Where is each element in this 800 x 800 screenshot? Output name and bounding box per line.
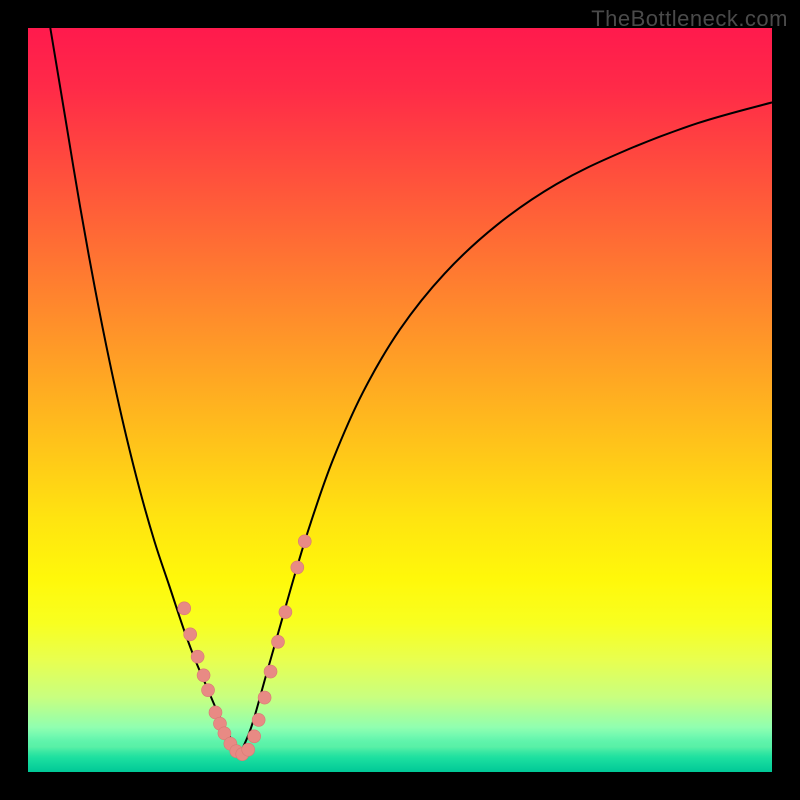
- data-point: [197, 669, 210, 682]
- data-point: [298, 535, 311, 548]
- data-point: [258, 691, 271, 704]
- data-point: [202, 684, 215, 697]
- data-point: [248, 730, 261, 743]
- data-point: [184, 628, 197, 641]
- data-point: [271, 635, 284, 648]
- data-point: [279, 606, 292, 619]
- data-point-markers: [178, 535, 312, 761]
- bottleneck-curve-svg: [28, 28, 772, 772]
- chart-plot-area: [28, 28, 772, 772]
- data-point: [191, 650, 204, 663]
- data-point: [242, 743, 255, 756]
- data-point: [291, 561, 304, 574]
- data-point: [252, 713, 265, 726]
- watermark-text: TheBottleneck.com: [591, 6, 788, 32]
- curve-left-branch: [50, 28, 240, 753]
- data-point: [264, 665, 277, 678]
- curve-right-branch: [240, 102, 772, 753]
- data-point: [178, 602, 191, 615]
